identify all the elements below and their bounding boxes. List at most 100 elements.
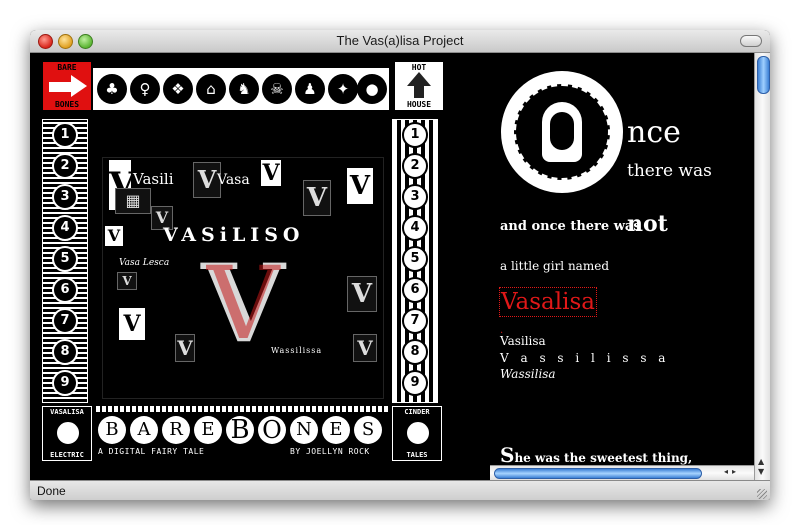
cinder-tales-button[interactable]: CINDER TALES [392, 406, 442, 461]
name-variant: Wassilisa [500, 367, 556, 381]
collage-letter-tile: V [347, 168, 373, 204]
chapter-link-left[interactable]: 9 [52, 370, 78, 396]
chapter-link-left[interactable]: 1 [52, 122, 78, 148]
collage-letter-tile: V [261, 160, 281, 186]
collage-letter-tile: V [347, 276, 377, 312]
scroll-arrows-icon[interactable]: ◂▸ [724, 467, 740, 476]
collage-word: Wassilissa [271, 346, 323, 355]
chapter-link-left[interactable]: 6 [52, 277, 78, 303]
electric-emblem-icon [55, 420, 81, 446]
little-girl-text: a little girl named [500, 259, 609, 273]
chapter-link-right[interactable]: 9 [402, 370, 428, 396]
dancer-icon[interactable]: ✦ [328, 74, 358, 104]
collage-word: Vasili [133, 170, 174, 188]
collage-word: Vasa [217, 172, 250, 188]
arrow-right-head-icon [71, 75, 87, 97]
arrow-up-icon [407, 72, 431, 86]
collage-letter-tile: V [119, 308, 145, 340]
chapter-column-right: 1 2 3 4 5 6 7 8 9 [392, 119, 438, 403]
chapter-link-left[interactable]: 2 [52, 153, 78, 179]
chapter-link-right[interactable]: 7 [402, 308, 428, 334]
chapter-link-right[interactable]: 2 [402, 153, 428, 179]
chapter-link-left[interactable]: 3 [52, 184, 78, 210]
chapter-link-right[interactable]: 5 [402, 246, 428, 272]
chapter-column-left: 1 2 3 4 5 6 7 8 9 [42, 119, 88, 403]
collage-letter-tile: V [353, 334, 377, 362]
chapter-link-right[interactable]: 3 [402, 184, 428, 210]
story-text: nce there was and once there was not a l… [495, 63, 745, 467]
house-label: HOUSE [406, 100, 432, 109]
scroll-down-icon[interactable]: ▼ [758, 467, 764, 476]
chapter-link-right[interactable]: 8 [402, 339, 428, 365]
title-letter: E [322, 416, 350, 444]
collage-large-letter-red: V [207, 245, 280, 362]
medallion-portrait [514, 84, 610, 180]
skull-icon[interactable]: ☠ [262, 74, 292, 104]
vertical-scrollbar[interactable]: ▲ ▼ [754, 53, 770, 480]
bones-label: BONES [43, 100, 91, 109]
vasalisa-electric-button[interactable]: VASALISA ELECTRIC [42, 406, 92, 461]
title-banner: VASALISA ELECTRIC B A R E B O N E S A DI… [40, 406, 444, 461]
rider-icon[interactable]: ♞ [229, 74, 259, 104]
hot-label: HOT [411, 63, 427, 72]
resize-grip-icon[interactable] [757, 489, 767, 499]
cinder-label: CINDER [404, 408, 430, 416]
collage-letter-tile: V [175, 334, 195, 362]
chapter-link-left[interactable]: 4 [52, 215, 78, 241]
title-letter: R [162, 416, 190, 444]
and-once-text: and once there was [500, 219, 641, 234]
pattern-icon[interactable]: ❖ [163, 74, 193, 104]
title-letter: B [98, 416, 126, 444]
vasilisa-letter-collage: V Vasili V Vasa V V V ▦ V VASiLISO V Vas… [102, 157, 384, 399]
scroll-up-icon[interactable]: ▲ [758, 457, 764, 466]
bare-label: BARE [43, 63, 91, 72]
collage-word: Vasa Lesca [119, 258, 170, 268]
title-letter: B [226, 416, 254, 444]
status-bar: Done [30, 480, 770, 500]
collage-ornament-tile: ▦ [115, 188, 151, 214]
tree-icon[interactable]: ♣ [97, 74, 127, 104]
chapter-link-left[interactable]: 8 [52, 339, 78, 365]
title-bar[interactable]: The Vas(a)lisa Project [30, 30, 770, 53]
sweetest-line: he was the sweetest thing, [514, 451, 693, 465]
cinder-emblem-icon [405, 420, 431, 446]
arrow-right-icon [49, 82, 71, 92]
chapter-link-left[interactable]: 7 [52, 308, 78, 334]
figure-icon[interactable]: ♟ [295, 74, 325, 104]
portrait-face [550, 112, 574, 150]
vertical-scroll-thumb[interactable] [757, 56, 770, 94]
illuminated-o-medallion [501, 71, 623, 193]
browser-window: The Vas(a)lisa Project BARE BONES ♣ ♀ ❖ … [30, 30, 770, 500]
horizontal-scroll-thumb[interactable] [494, 468, 702, 479]
vasalisa-label: VASALISA [50, 408, 84, 416]
chapter-link-right[interactable]: 4 [402, 215, 428, 241]
title-letter: A [130, 416, 158, 444]
bare-bones-nav-button[interactable]: BARE BONES [42, 61, 92, 111]
drop-cap: S [500, 443, 515, 467]
name-variant: V a s s i l i s s a [500, 351, 670, 365]
horizontal-scrollbar[interactable]: ◂▸ [490, 465, 754, 480]
subtitle-left: A DIGITAL FAIRY TALE [98, 447, 205, 456]
sweetest-text: She was the sweetest thing, [500, 443, 692, 467]
title-letter: O [258, 416, 286, 444]
doll-icon[interactable]: ♀ [130, 74, 160, 104]
toolbar-toggle-button[interactable] [740, 35, 762, 47]
title-letter: N [290, 416, 318, 444]
chapter-icon-strip: ♣ ♀ ❖ ⌂ ♞ ☠ ♟ ✦ ● [92, 67, 390, 111]
moon-icon[interactable]: ● [357, 74, 387, 104]
chapter-link-left[interactable]: 5 [52, 246, 78, 272]
chapter-link-right[interactable]: 1 [402, 122, 428, 148]
window-title: The Vas(a)lisa Project [336, 33, 464, 48]
electric-label: ELECTRIC [50, 451, 84, 459]
hot-house-nav-button[interactable]: HOT HOUSE [394, 61, 444, 111]
collage-letter-tile: V [117, 272, 137, 290]
vasalisa-name-link[interactable]: Vasalisa [499, 287, 597, 317]
house-icon[interactable]: ⌂ [196, 74, 226, 104]
title-letter: E [194, 416, 222, 444]
collage-letter-tile: V [105, 226, 123, 246]
barebones-frame: BARE BONES ♣ ♀ ❖ ⌂ ♞ ☠ ♟ ✦ ● HOT HOUSE 1… [40, 61, 444, 461]
status-text: Done [37, 484, 66, 498]
once-text: nce [627, 115, 681, 150]
chapter-link-right[interactable]: 6 [402, 277, 428, 303]
subtitle-right: BY JOELLYN ROCK [290, 447, 370, 456]
